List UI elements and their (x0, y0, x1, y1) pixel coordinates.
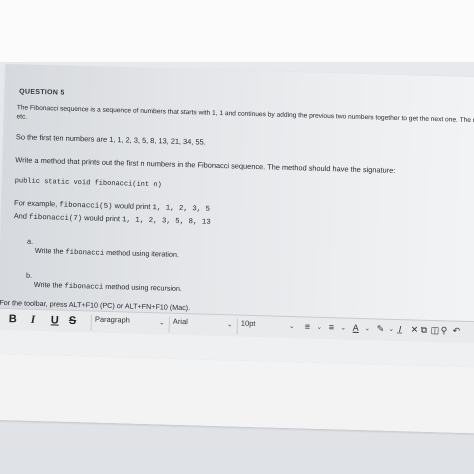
numbered-list-icon[interactable]: ≡ (329, 322, 335, 332)
task-text: Write a method that prints out the first… (15, 155, 396, 175)
search-icon[interactable]: ⚲ (441, 325, 448, 336)
clear-format-icon[interactable]: I̲ (399, 324, 402, 334)
chevron-down-icon: ⌄ (288, 323, 295, 331)
editor-body[interactable] (0, 353, 474, 434)
part-a-label: a. (26, 236, 34, 246)
screen: QUESTION 5 The Fibonacci sequence is a s… (0, 0, 474, 474)
first-ten-text: So the first ten numbers are 1, 1, 2, 3,… (15, 132, 206, 147)
example-2: And fibonacci(7) would print 1, 1, 2, 3,… (13, 211, 211, 227)
undo-icon[interactable]: ↶ (453, 326, 461, 337)
chevron-down-icon: ⌄ (158, 319, 165, 327)
strikethrough-button[interactable]: S (69, 315, 77, 327)
font-select[interactable]: Arial ⌄ (168, 316, 237, 335)
underline-button[interactable]: U (51, 314, 59, 326)
chevron-down-icon[interactable]: ⌄ (317, 324, 322, 331)
method-signature: public static void fibonacci(int n) (14, 177, 162, 190)
font-size-select-value: 10pt (240, 318, 256, 329)
font-size-select[interactable]: 10pt ⌄ (236, 318, 299, 337)
chevron-down-icon: ⌄ (226, 321, 233, 329)
cut-icon[interactable]: ✕ (411, 324, 419, 335)
bullet-list-icon[interactable]: ≡ (305, 321, 311, 331)
highlight-icon[interactable]: ✎ (377, 323, 385, 334)
part-b-label: b. (25, 270, 33, 280)
bold-button[interactable]: B (9, 313, 17, 325)
part-b-text: Write the fibonacci method using recursi… (33, 279, 183, 293)
paragraph-select[interactable]: Paragraph ⌄ (90, 314, 170, 333)
chevron-down-icon[interactable]: ⌄ (365, 325, 370, 332)
chevron-down-icon[interactable]: ⌄ (341, 324, 346, 331)
italic-button[interactable]: I (31, 314, 36, 326)
font-select-value: Arial (172, 316, 189, 327)
copy-icon[interactable]: ⧉ (421, 325, 428, 336)
part-a-text: Write the fibonacci method using iterati… (34, 245, 180, 259)
chevron-down-icon[interactable]: ⌄ (389, 326, 394, 333)
paragraph-select-value: Paragraph (94, 314, 131, 325)
question-title: QUESTION 5 (19, 88, 65, 97)
rich-text-editor: For the toolbar, press ALT+F10 (PC) or A… (0, 298, 474, 434)
question-card: QUESTION 5 The Fibonacci sequence is a s… (0, 64, 474, 434)
intro-text: The Fibonacci sequence is a sequence of … (16, 104, 474, 127)
text-color-icon[interactable]: A (353, 323, 359, 333)
intro-etc: etc. (16, 113, 28, 121)
paste-icon[interactable]: ◫ (431, 325, 440, 336)
